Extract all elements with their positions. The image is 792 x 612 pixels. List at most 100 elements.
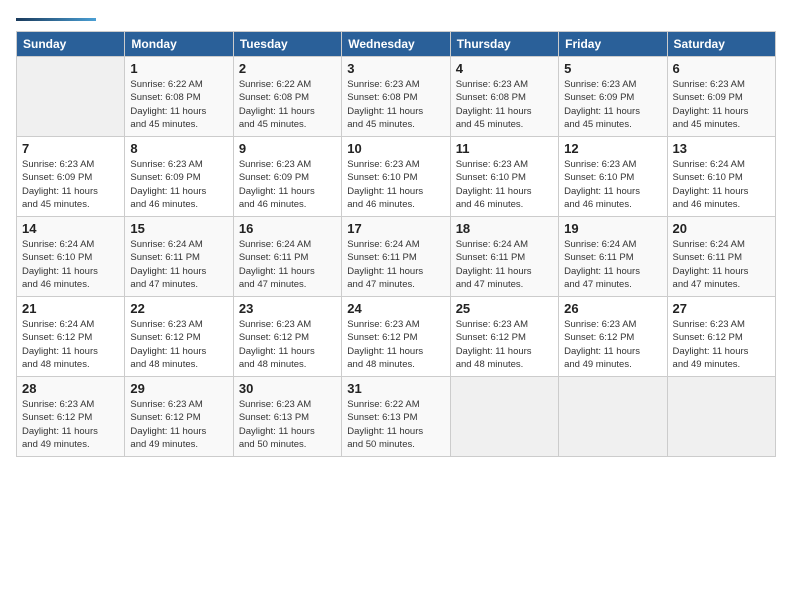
day-info: Sunrise: 6:23 AM Sunset: 6:12 PM Dayligh…	[673, 318, 770, 371]
day-number: 21	[22, 301, 119, 316]
calendar-cell: 12 Sunrise: 6:23 AM Sunset: 6:10 PM Dayli…	[559, 137, 667, 217]
day-info: Sunrise: 6:22 AM Sunset: 6:08 PM Dayligh…	[239, 78, 336, 131]
calendar-cell: 21 Sunrise: 6:24 AM Sunset: 6:12 PM Dayli…	[17, 297, 125, 377]
day-number: 7	[22, 141, 119, 156]
calendar-week-row: 21 Sunrise: 6:24 AM Sunset: 6:12 PM Dayli…	[17, 297, 776, 377]
day-info: Sunrise: 6:23 AM Sunset: 6:09 PM Dayligh…	[239, 158, 336, 211]
page-header	[16, 16, 776, 21]
day-number: 8	[130, 141, 227, 156]
day-number: 1	[130, 61, 227, 76]
day-number: 26	[564, 301, 661, 316]
calendar-cell: 9 Sunrise: 6:23 AM Sunset: 6:09 PM Daylig…	[233, 137, 341, 217]
day-number: 12	[564, 141, 661, 156]
day-info: Sunrise: 6:23 AM Sunset: 6:08 PM Dayligh…	[456, 78, 553, 131]
day-number: 29	[130, 381, 227, 396]
col-header-monday: Monday	[125, 32, 233, 57]
calendar-cell: 2 Sunrise: 6:22 AM Sunset: 6:08 PM Daylig…	[233, 57, 341, 137]
day-number: 5	[564, 61, 661, 76]
col-header-wednesday: Wednesday	[342, 32, 450, 57]
col-header-saturday: Saturday	[667, 32, 775, 57]
calendar-week-row: 28 Sunrise: 6:23 AM Sunset: 6:12 PM Dayli…	[17, 377, 776, 457]
calendar-cell: 19 Sunrise: 6:24 AM Sunset: 6:11 PM Dayli…	[559, 217, 667, 297]
day-number: 22	[130, 301, 227, 316]
calendar-cell: 10 Sunrise: 6:23 AM Sunset: 6:10 PM Dayli…	[342, 137, 450, 217]
calendar-cell: 5 Sunrise: 6:23 AM Sunset: 6:09 PM Daylig…	[559, 57, 667, 137]
calendar-cell: 24 Sunrise: 6:23 AM Sunset: 6:12 PM Dayli…	[342, 297, 450, 377]
day-number: 9	[239, 141, 336, 156]
day-number: 30	[239, 381, 336, 396]
calendar-cell: 14 Sunrise: 6:24 AM Sunset: 6:10 PM Dayli…	[17, 217, 125, 297]
calendar-cell: 30 Sunrise: 6:23 AM Sunset: 6:13 PM Dayli…	[233, 377, 341, 457]
calendar-cell: 4Sunrise: 6:23 AM Sunset: 6:08 PM Daylig…	[450, 57, 558, 137]
day-number: 13	[673, 141, 770, 156]
day-number: 16	[239, 221, 336, 236]
day-info: Sunrise: 6:23 AM Sunset: 6:09 PM Dayligh…	[130, 158, 227, 211]
calendar-cell: 18 Sunrise: 6:24 AM Sunset: 6:11 PM Dayli…	[450, 217, 558, 297]
calendar-cell: 28 Sunrise: 6:23 AM Sunset: 6:12 PM Dayli…	[17, 377, 125, 457]
day-info: Sunrise: 6:24 AM Sunset: 6:12 PM Dayligh…	[22, 318, 119, 371]
calendar-week-row: 1 Sunrise: 6:22 AM Sunset: 6:08 PM Daylig…	[17, 57, 776, 137]
calendar-cell: 29 Sunrise: 6:23 AM Sunset: 6:12 PM Dayli…	[125, 377, 233, 457]
day-number: 28	[22, 381, 119, 396]
calendar-cell	[667, 377, 775, 457]
day-number: 31	[347, 381, 444, 396]
day-number: 20	[673, 221, 770, 236]
calendar-cell: 27Sunrise: 6:23 AM Sunset: 6:12 PM Dayli…	[667, 297, 775, 377]
calendar-cell: 20 Sunrise: 6:24 AM Sunset: 6:11 PM Dayli…	[667, 217, 775, 297]
day-number: 15	[130, 221, 227, 236]
calendar-cell	[450, 377, 558, 457]
day-info: Sunrise: 6:24 AM Sunset: 6:11 PM Dayligh…	[456, 238, 553, 291]
col-header-thursday: Thursday	[450, 32, 558, 57]
day-info: Sunrise: 6:23 AM Sunset: 6:10 PM Dayligh…	[456, 158, 553, 211]
day-info: Sunrise: 6:24 AM Sunset: 6:11 PM Dayligh…	[347, 238, 444, 291]
day-number: 18	[456, 221, 553, 236]
calendar-cell: 23 Sunrise: 6:23 AM Sunset: 6:12 PM Dayli…	[233, 297, 341, 377]
day-info: Sunrise: 6:23 AM Sunset: 6:13 PM Dayligh…	[239, 398, 336, 451]
calendar-cell: 25Sunrise: 6:23 AM Sunset: 6:12 PM Dayli…	[450, 297, 558, 377]
day-info: Sunrise: 6:23 AM Sunset: 6:12 PM Dayligh…	[564, 318, 661, 371]
calendar-cell: 26 Sunrise: 6:23 AM Sunset: 6:12 PM Dayli…	[559, 297, 667, 377]
day-number: 10	[347, 141, 444, 156]
day-number: 24	[347, 301, 444, 316]
day-info: Sunrise: 6:24 AM Sunset: 6:11 PM Dayligh…	[673, 238, 770, 291]
calendar-cell: 11 Sunrise: 6:23 AM Sunset: 6:10 PM Dayli…	[450, 137, 558, 217]
calendar-cell: 6 Sunrise: 6:23 AM Sunset: 6:09 PM Daylig…	[667, 57, 775, 137]
day-info: Sunrise: 6:23 AM Sunset: 6:09 PM Dayligh…	[673, 78, 770, 131]
col-header-friday: Friday	[559, 32, 667, 57]
day-info: Sunrise: 6:22 AM Sunset: 6:08 PM Dayligh…	[130, 78, 227, 131]
day-info: Sunrise: 6:23 AM Sunset: 6:10 PM Dayligh…	[564, 158, 661, 211]
day-info: Sunrise: 6:23 AM Sunset: 6:12 PM Dayligh…	[130, 318, 227, 371]
calendar-cell	[559, 377, 667, 457]
day-number: 11	[456, 141, 553, 156]
calendar-cell: 22 Sunrise: 6:23 AM Sunset: 6:12 PM Dayli…	[125, 297, 233, 377]
calendar-cell: 31Sunrise: 6:22 AM Sunset: 6:13 PM Dayli…	[342, 377, 450, 457]
day-info: Sunrise: 6:23 AM Sunset: 6:12 PM Dayligh…	[22, 398, 119, 451]
day-info: Sunrise: 6:23 AM Sunset: 6:10 PM Dayligh…	[347, 158, 444, 211]
day-number: 2	[239, 61, 336, 76]
day-number: 6	[673, 61, 770, 76]
day-number: 17	[347, 221, 444, 236]
day-info: Sunrise: 6:23 AM Sunset: 6:12 PM Dayligh…	[130, 398, 227, 451]
calendar-cell: 17 Sunrise: 6:24 AM Sunset: 6:11 PM Dayli…	[342, 217, 450, 297]
logo-line	[16, 18, 96, 21]
day-info: Sunrise: 6:23 AM Sunset: 6:12 PM Dayligh…	[347, 318, 444, 371]
col-header-sunday: Sunday	[17, 32, 125, 57]
day-info: Sunrise: 6:23 AM Sunset: 6:09 PM Dayligh…	[564, 78, 661, 131]
calendar-cell	[17, 57, 125, 137]
day-info: Sunrise: 6:24 AM Sunset: 6:11 PM Dayligh…	[130, 238, 227, 291]
calendar-cell: 7Sunrise: 6:23 AM Sunset: 6:09 PM Daylig…	[17, 137, 125, 217]
logo	[16, 16, 96, 21]
calendar-cell: 1 Sunrise: 6:22 AM Sunset: 6:08 PM Daylig…	[125, 57, 233, 137]
day-number: 23	[239, 301, 336, 316]
calendar-cell: 3Sunrise: 6:23 AM Sunset: 6:08 PM Daylig…	[342, 57, 450, 137]
calendar-table: SundayMondayTuesdayWednesdayThursdayFrid…	[16, 31, 776, 457]
day-info: Sunrise: 6:24 AM Sunset: 6:10 PM Dayligh…	[22, 238, 119, 291]
day-number: 19	[564, 221, 661, 236]
calendar-cell: 16Sunrise: 6:24 AM Sunset: 6:11 PM Dayli…	[233, 217, 341, 297]
calendar-cell: 15 Sunrise: 6:24 AM Sunset: 6:11 PM Dayli…	[125, 217, 233, 297]
day-number: 25	[456, 301, 553, 316]
day-number: 14	[22, 221, 119, 236]
calendar-week-row: 7 Sunrise: 6:23 AM Sunset: 6:09 PM Daylig…	[17, 137, 776, 217]
day-info: Sunrise: 6:23 AM Sunset: 6:12 PM Dayligh…	[239, 318, 336, 371]
day-info: Sunrise: 6:24 AM Sunset: 6:11 PM Dayligh…	[564, 238, 661, 291]
